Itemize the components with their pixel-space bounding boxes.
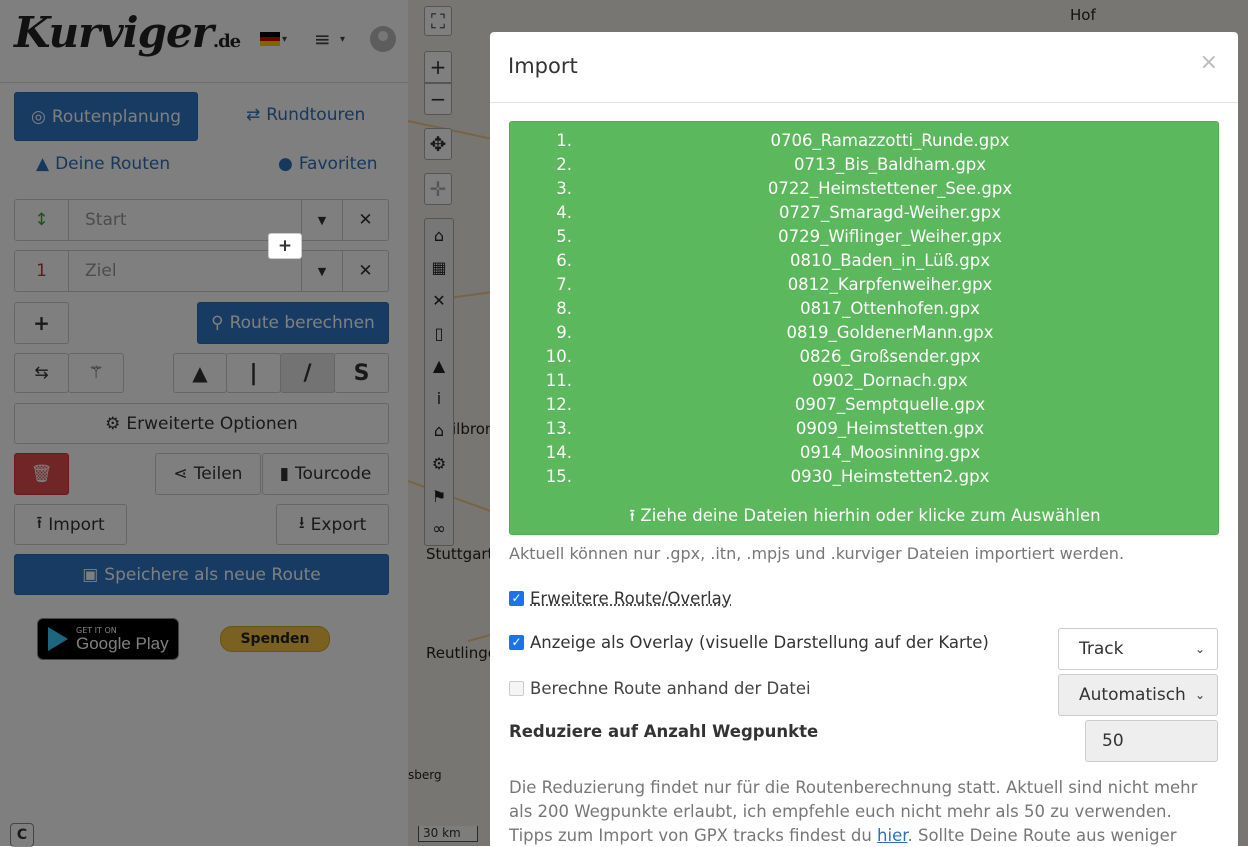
reduction-info-paragraph: Die Reduzierung findet nur für die Route… (509, 776, 1219, 846)
file-name: 0907_Semptquelle.gpx (794, 395, 986, 414)
upload-icon: ⭱ (629, 506, 636, 525)
file-number: 13. (545, 419, 572, 438)
file-name: 0914_Moosinning.gpx (799, 443, 981, 462)
calc-route-option[interactable]: Berechne Route anhand der Datei (509, 679, 811, 698)
file-number: 12. (545, 395, 572, 414)
file-list-item: 7. 0812_Karpfenweiher.gpx (510, 275, 1220, 299)
file-number: 15. (545, 467, 572, 486)
overlay-type-select[interactable]: Track ⌄ (1058, 628, 1218, 670)
close-icon[interactable]: × (1200, 50, 1218, 75)
file-list-item: 5. 0729_Wiflinger_Weiher.gpx (510, 227, 1220, 251)
file-list-item: 11. 0902_Dornach.gpx (510, 371, 1220, 395)
file-name: 0727_Smaragd-Weiher.gpx (779, 203, 1001, 222)
dropzone-hint-text: Ziehe deine Dateien hierhin oder klicke … (640, 506, 1101, 525)
file-list-item: 14. 0914_Moosinning.gpx (510, 443, 1220, 467)
file-name: 0729_Wiflinger_Weiher.gpx (778, 227, 1002, 246)
file-name: 0706_Ramazzotti_Runde.gpx (770, 131, 1010, 150)
formats-note: Aktuell können nur .gpx, .itn, .mpjs und… (509, 544, 1125, 563)
checkbox-unchecked-icon[interactable] (509, 681, 524, 696)
file-number: 14. (545, 443, 572, 462)
file-list-item: 12. 0907_Semptquelle.gpx (510, 395, 1220, 419)
file-list-item: 10. 0826_Großsender.gpx (510, 347, 1220, 371)
file-list-item: 13. 0909_Heimstetten.gpx (510, 419, 1220, 443)
calc-mode-value: Automatisch (1079, 685, 1186, 705)
dropzone-hint: ⭱ Ziehe deine Dateien hierhin oder klick… (510, 504, 1220, 532)
chevron-down-icon: ⌄ (1194, 642, 1205, 656)
chevron-down-icon: ⌄ (1194, 688, 1205, 702)
file-name: 0826_Großsender.gpx (799, 347, 981, 366)
file-dropzone[interactable]: ⭱ Ziehe deine Dateien hierhin oder klick… (509, 121, 1219, 535)
plus-icon: + (277, 236, 293, 256)
modal-title: Import (508, 54, 578, 78)
import-modal: Import × ⭱ Ziehe deine Dateien hierhin o… (490, 32, 1238, 846)
modal-header: Import × (490, 32, 1238, 103)
file-name: 0930_Heimstetten2.gpx (790, 467, 990, 486)
file-list-item: 6. 0810_Baden_in_Lüß.gpx (510, 251, 1220, 275)
checkbox-checked-icon[interactable]: ✓ (509, 635, 524, 650)
tips-link[interactable]: hier (877, 826, 907, 845)
file-list-item: 4. 0727_Smaragd-Weiher.gpx (510, 203, 1220, 227)
calc-mode-select[interactable]: Automatisch ⌄ (1058, 674, 1218, 716)
overlay-label: Anzeige als Overlay (visuelle Darstellun… (530, 633, 989, 652)
reduce-waypoints-value: 50 (1102, 731, 1124, 751)
file-name: 0817_Ottenhofen.gpx (800, 299, 980, 318)
overlay-option[interactable]: ✓ Anzeige als Overlay (visuelle Darstell… (509, 633, 989, 652)
reduce-waypoints-input[interactable]: 50 (1085, 720, 1218, 762)
file-name: 0713_Bis_Baldham.gpx (793, 155, 987, 174)
file-list-item: 8. 0817_Ottenhofen.gpx (510, 299, 1220, 323)
file-number: 11. (545, 371, 572, 390)
calc-route-label: Berechne Route anhand der Datei (530, 679, 811, 698)
file-name: 0819_GoldenerMann.gpx (786, 323, 994, 342)
reduce-waypoints-label: Reduziere auf Anzahl Wegpunkte (509, 722, 819, 741)
file-name: 0902_Dornach.gpx (812, 371, 968, 390)
file-list-item: 9. 0819_GoldenerMann.gpx (510, 323, 1220, 347)
file-name: 0909_Heimstetten.gpx (795, 419, 985, 438)
file-list-item: 2. 0713_Bis_Baldham.gpx (510, 155, 1220, 179)
insert-waypoint-button[interactable]: + (268, 233, 302, 259)
file-list-item: 3. 0722_Heimstettener_See.gpx (510, 179, 1220, 203)
checkbox-checked-icon[interactable]: ✓ (509, 591, 524, 606)
extended-route-option[interactable]: ✓ Erweitere Route/Overlay (509, 589, 731, 608)
extended-route-label: Erweitere Route/Overlay (530, 589, 732, 608)
file-number: 10. (545, 347, 572, 366)
file-name: 0812_Karpfenweiher.gpx (787, 275, 993, 294)
file-list-item: 1. 0706_Ramazzotti_Runde.gpx (510, 131, 1220, 155)
file-name: 0810_Baden_in_Lüß.gpx (789, 251, 990, 270)
overlay-type-value: Track (1079, 639, 1124, 659)
file-list-item: 15. 0930_Heimstetten2.gpx (510, 467, 1220, 491)
file-name: 0722_Heimstettener_See.gpx (767, 179, 1013, 198)
